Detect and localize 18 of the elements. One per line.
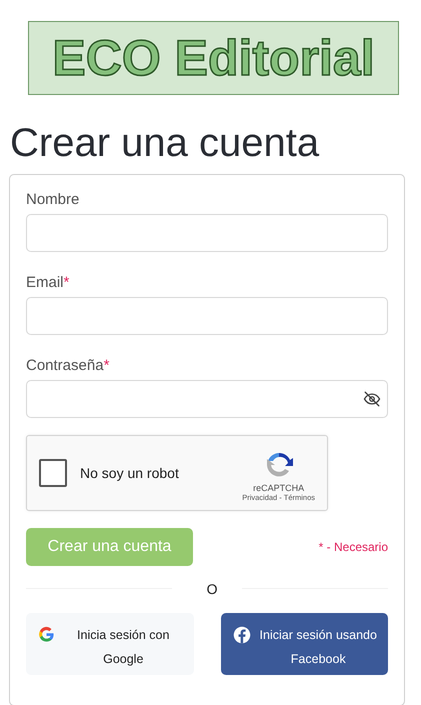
hidden-eye-icon[interactable] — [363, 390, 381, 408]
required-note: * - Necesario — [318, 540, 388, 554]
field-label: Nombre — [26, 191, 80, 209]
input-field[interactable] — [26, 297, 388, 335]
captcha-brand: reCAPTCHA — [253, 482, 304, 492]
field-label: Email* — [26, 274, 70, 292]
logo: ECO Editorial — [28, 21, 399, 95]
divider-text: O — [206, 580, 218, 596]
captcha-checkbox[interactable] — [39, 459, 67, 487]
facebook-sign-in-button[interactable]: Iniciar sesión usando Facebook — [220, 613, 388, 675]
facebook-icon — [232, 626, 250, 644]
field-label: Contraseña* — [26, 357, 110, 375]
google-sign-in-button[interactable]: Inicia sesión con Google — [26, 613, 194, 675]
input-field[interactable] — [26, 380, 388, 418]
captcha-label: No soy un robot — [80, 465, 180, 481]
google-icon — [38, 626, 55, 643]
input-field[interactable] — [26, 214, 388, 252]
page-title: Crear una cuenta — [10, 121, 320, 165]
